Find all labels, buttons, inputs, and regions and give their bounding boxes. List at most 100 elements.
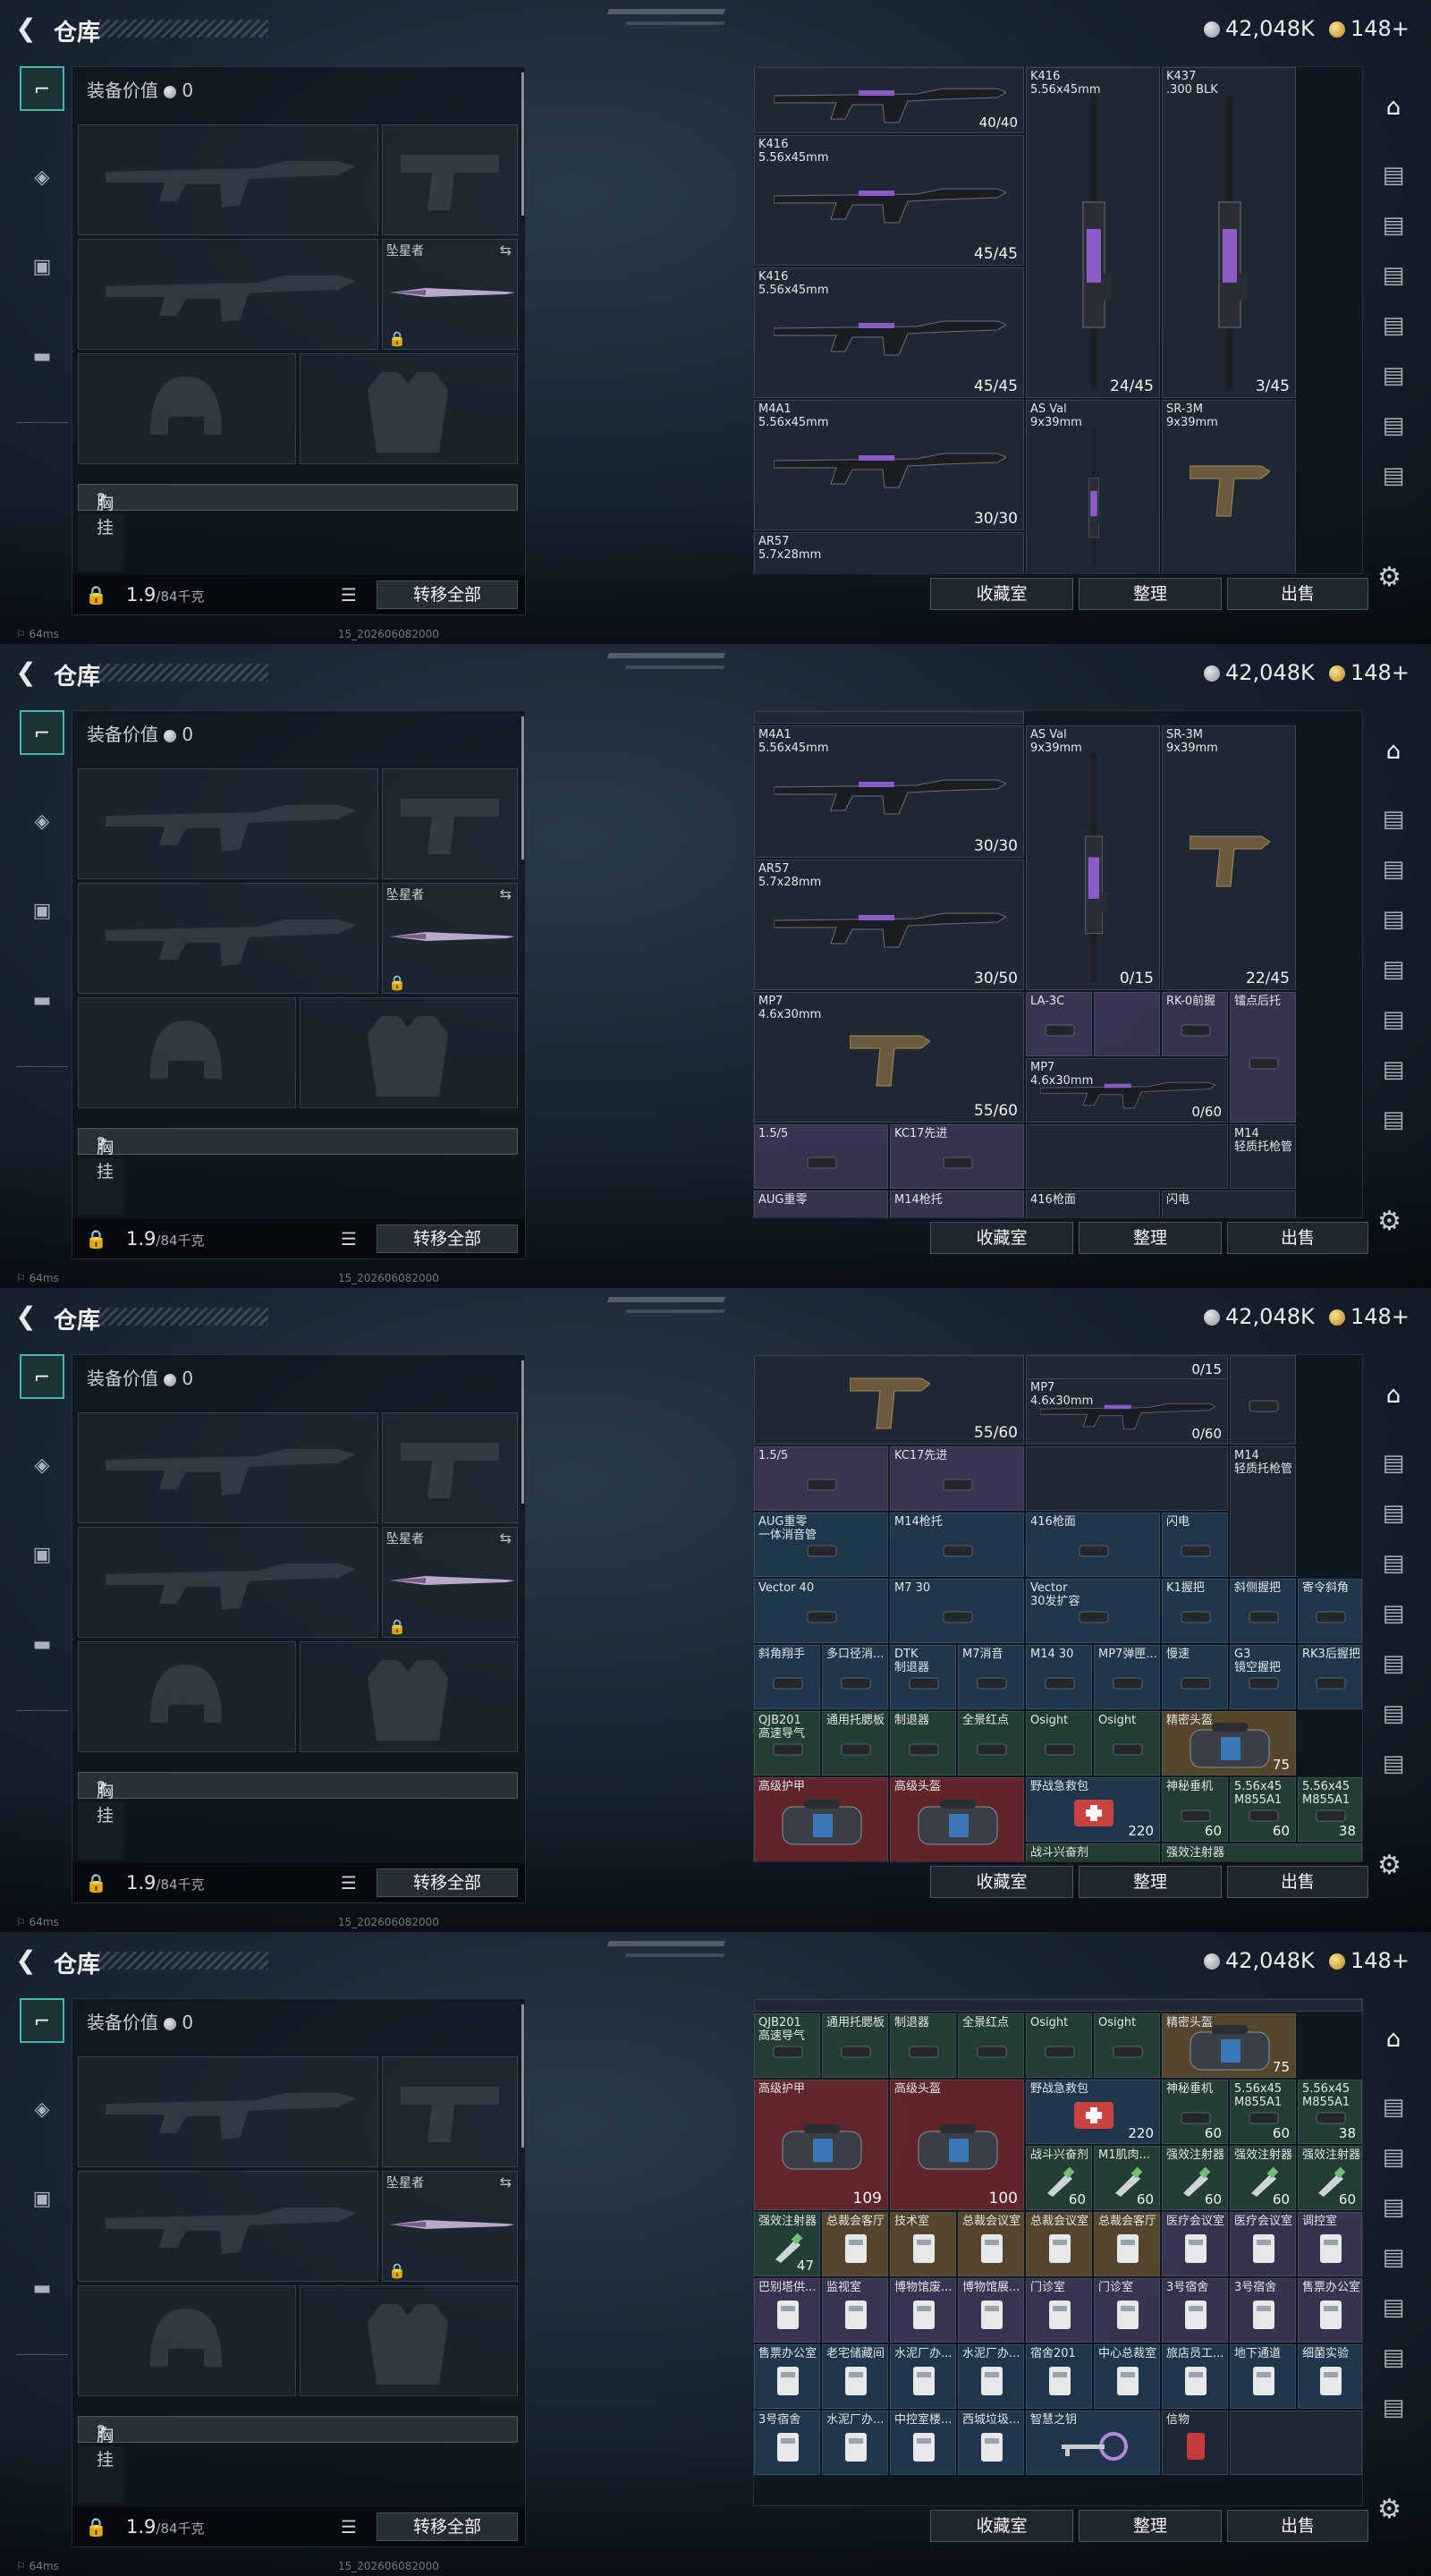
stash-item[interactable]: 地下通道	[1230, 2344, 1296, 2409]
stash-item[interactable]: 监视室	[822, 2278, 888, 2343]
stash-item[interactable]: Osight	[1094, 1711, 1160, 1775]
helmet-slot[interactable]	[78, 1641, 296, 1752]
stash-1-icon[interactable]: ▤	[1374, 2088, 1413, 2127]
warehouse-icon[interactable]: ⌂	[1374, 2020, 1413, 2059]
stash-item[interactable]: KC17先进	[890, 1124, 1024, 1189]
transfer-all-button[interactable]: 转移全部	[377, 1224, 518, 1253]
panel-scrollbar[interactable]	[521, 2004, 524, 2148]
stash-item[interactable]: 闪电	[1162, 1513, 1228, 1577]
stash-item[interactable]: 老宅储藏间	[822, 2344, 888, 2409]
stash-item[interactable]: M14 30	[1026, 1645, 1092, 1709]
stash-item[interactable]: 医疗会议室	[1162, 2212, 1228, 2276]
backpack-tab-icon[interactable]: ▣	[20, 245, 64, 290]
collection-room-button[interactable]: 收藏室	[930, 2510, 1073, 2542]
collection-room-button[interactable]: 收藏室	[930, 578, 1073, 610]
stash-item[interactable]: 1.5/5	[754, 1124, 888, 1189]
stash-item[interactable]: M14枪托	[890, 1513, 1024, 1577]
case-tab-icon[interactable]: ▬	[20, 979, 64, 1023]
armor-slot[interactable]	[300, 997, 518, 1108]
stash-item[interactable]: 战斗兴奋剂	[1026, 1843, 1160, 1861]
stash-item[interactable]: 总裁会客厅	[822, 2212, 888, 2276]
armor-tab-icon[interactable]: ◈	[20, 1444, 64, 1488]
back-arrow-icon[interactable]: ❮	[13, 16, 39, 41]
stash-item[interactable]: 3号宿舍	[1162, 2278, 1228, 2343]
stash-item[interactable]: SR-3M 9x39mm	[1162, 400, 1296, 573]
stash-item[interactable]: AS Val 9x39mm 0/15	[1026, 725, 1160, 990]
back-arrow-icon[interactable]: ❮	[13, 1304, 39, 1329]
stash-item[interactable]: Osight	[1094, 2013, 1160, 2078]
primary-weapon-slot[interactable]	[78, 124, 378, 235]
stash-item[interactable]: Vector 30发扩容	[1026, 1579, 1160, 1643]
stash-item[interactable]: 信物	[1162, 2411, 1228, 2475]
stash-item[interactable]: M4A1 5.56x45mm 30/30	[754, 400, 1024, 530]
collection-room-button[interactable]: 收藏室	[930, 1222, 1073, 1254]
stash-1-icon[interactable]: ▤	[1374, 1444, 1413, 1483]
silver-currency[interactable]: 42,048K	[1204, 1304, 1315, 1329]
stash-7-icon[interactable]: ▤	[1374, 2388, 1413, 2428]
stash-item[interactable]: QJB201 高速导气	[754, 2013, 820, 2078]
stash-2-icon[interactable]: ▤	[1374, 206, 1413, 245]
stash-item[interactable]: 40/40	[754, 67, 1024, 133]
warehouse-icon[interactable]: ⌂	[1374, 1376, 1413, 1415]
warehouse-icon[interactable]: ⌂	[1374, 732, 1413, 771]
panel-scrollbar[interactable]	[521, 1360, 524, 1504]
panel-scrollbar[interactable]	[521, 716, 524, 860]
stash-scrollbar[interactable]	[1362, 121, 1363, 282]
stash-item[interactable]: 强效注射器 47	[754, 2212, 820, 2276]
stash-scrollbar[interactable]	[1362, 2053, 1363, 2214]
stash-4-icon[interactable]: ▤	[1374, 306, 1413, 345]
case-tab-icon[interactable]: ▬	[20, 1623, 64, 1667]
stash-item[interactable]: RK-0前握	[1162, 992, 1228, 1056]
armor-slot[interactable]	[300, 2285, 518, 2396]
list-icon[interactable]: ☰	[341, 2516, 357, 2538]
stash-item[interactable]: MP7 4.6x30mm 55/60	[754, 992, 1024, 1123]
list-icon[interactable]: ☰	[341, 1228, 357, 1250]
stash-item[interactable]	[1026, 1124, 1228, 1189]
gold-currency[interactable]: 148+	[1329, 660, 1410, 685]
stash-item[interactable]: 细菌实验	[1298, 2344, 1362, 2409]
stash-item[interactable]: RK3后握把	[1298, 1645, 1362, 1709]
stash-4-icon[interactable]: ▤	[1374, 2238, 1413, 2277]
melee-slot[interactable]: 坠星者 ⇆ 🔒	[382, 1527, 518, 1638]
stash-item[interactable]: Vector 40	[754, 1579, 888, 1643]
stash-3-icon[interactable]: ▤	[1374, 2188, 1413, 2227]
list-icon[interactable]: ☰	[341, 584, 357, 606]
stash-item[interactable]: 水泥厂办...	[822, 2411, 888, 2475]
stash-item[interactable]	[1094, 992, 1160, 1056]
stash-item[interactable]	[1230, 1355, 1296, 1445]
stash-2-icon[interactable]: ▤	[1374, 1494, 1413, 1533]
stash-item[interactable]: 强效注射器 60	[1162, 2146, 1228, 2210]
chest-rig-slot[interactable]: 胸挂 ?	[78, 1772, 518, 1826]
stash-item[interactable]: 野战急救包 220	[1026, 1777, 1160, 1842]
armor-tab-icon[interactable]: ◈	[20, 156, 64, 200]
stash-item[interactable]: 1.5/5	[754, 1446, 888, 1511]
armor-slot[interactable]	[300, 1641, 518, 1752]
stash-6-icon[interactable]: ▤	[1374, 2338, 1413, 2377]
stash-item[interactable]: 售票办公室	[1298, 2278, 1362, 2343]
back-arrow-icon[interactable]: ❮	[13, 660, 39, 685]
stash-item[interactable]: 多口径消...	[822, 1645, 888, 1709]
weapon-tab-icon[interactable]: ⌐	[20, 66, 64, 111]
stash-scrollbar[interactable]	[1362, 765, 1363, 926]
transfer-all-button[interactable]: 转移全部	[377, 2512, 518, 2541]
panel-scrollbar[interactable]	[521, 72, 524, 216]
melee-slot[interactable]: 坠星者 ⇆ 🔒	[382, 239, 518, 350]
swap-icon[interactable]: ⇆	[500, 2174, 512, 2190]
transfer-all-button[interactable]: 转移全部	[377, 580, 518, 609]
stash-item[interactable]: 镭点后托	[1230, 992, 1296, 1123]
stash-item[interactable]: 旅店员工...	[1162, 2344, 1228, 2409]
armor-slot[interactable]	[300, 353, 518, 464]
rig-slot-1[interactable]	[78, 1802, 124, 1860]
stash-4-icon[interactable]: ▤	[1374, 950, 1413, 989]
stash-item[interactable]: 416枪面	[1026, 1191, 1160, 1217]
pistol-slot[interactable]	[382, 1412, 518, 1523]
stash-item[interactable]: K1握把	[1162, 1579, 1228, 1643]
gear-icon[interactable]: ⚙	[1377, 562, 1401, 593]
stash-6-icon[interactable]: ▤	[1374, 406, 1413, 445]
stash-item[interactable]: M7消音	[958, 1645, 1024, 1709]
stash-7-icon[interactable]: ▤	[1374, 1744, 1413, 1784]
back-arrow-icon[interactable]: ❮	[13, 1948, 39, 1973]
stash-item[interactable]: 416枪面	[1026, 1513, 1160, 1577]
rig-slot-1[interactable]	[78, 514, 124, 572]
secondary-weapon-slot[interactable]	[78, 883, 378, 994]
